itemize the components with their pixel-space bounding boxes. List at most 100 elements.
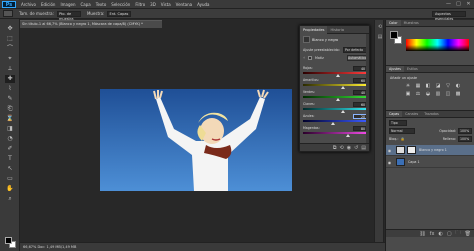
clip-to-layer-icon[interactable]: ⧉ xyxy=(333,145,337,151)
properties-scrollbar[interactable] xyxy=(366,34,369,144)
eyedropper-tool-icon[interactable]: ✚ xyxy=(5,75,15,83)
slider-track[interactable] xyxy=(303,132,367,134)
levels-icon[interactable]: ▦ xyxy=(414,83,422,90)
menu-seleccion[interactable]: Selección xyxy=(111,2,130,7)
eye-icon[interactable]: ◉ xyxy=(386,160,393,165)
close-button[interactable]: ✕ xyxy=(465,1,472,7)
menu-edicion[interactable]: Edición xyxy=(41,2,55,7)
workspace-select[interactable]: Aspectos esenciales xyxy=(432,11,466,21)
fill-input[interactable]: 100% xyxy=(458,136,472,142)
minimize-button[interactable]: — xyxy=(445,1,452,7)
tab-paths[interactable]: Trazados xyxy=(421,111,441,117)
sample-select[interactable]: Ent. Capas xyxy=(107,10,132,17)
layer-row-capa-1[interactable]: ◉ Capa 1 xyxy=(386,157,474,168)
menu-imagen[interactable]: Imagen xyxy=(60,2,75,7)
opacity-input[interactable]: 100% xyxy=(458,128,472,134)
reset-icon[interactable]: ↺ xyxy=(354,145,358,151)
tint-checkbox[interactable] xyxy=(308,56,313,60)
menu-filtro[interactable]: Filtro xyxy=(135,2,145,7)
gradient-tool-icon[interactable]: ◔ xyxy=(5,135,15,143)
slider-value[interactable]: 20 xyxy=(353,114,367,119)
black-white-icon[interactable]: ▣ xyxy=(404,91,412,98)
sample-size-select[interactable]: Pto. de muestra xyxy=(56,10,81,21)
lock-icon[interactable]: 🔒 xyxy=(400,137,404,141)
history-brush-tool-icon[interactable]: ⌛ xyxy=(5,115,15,123)
move-tool-icon[interactable]: ✥ xyxy=(5,25,15,33)
eye-icon[interactable]: ◉ xyxy=(386,148,393,153)
color-balance-icon[interactable]: ⚖ xyxy=(414,91,422,98)
channel-mixer-icon[interactable]: ▥ xyxy=(434,91,442,98)
slider-track[interactable] xyxy=(303,84,367,86)
tab-swatches[interactable]: Muestras xyxy=(401,20,422,26)
foreground-color-swatch[interactable] xyxy=(390,31,398,39)
menu-texto[interactable]: Texto xyxy=(96,2,107,7)
slider-knob[interactable] xyxy=(345,134,350,137)
layer-kind-select[interactable]: Tipo xyxy=(389,120,407,126)
slider-value[interactable]: 60 xyxy=(353,102,367,107)
brush-tool-icon[interactable]: ✎ xyxy=(5,95,15,103)
slider-value[interactable]: 80 xyxy=(353,126,367,131)
document-tab[interactable]: Sin título-1 al 66,7% (Blanco y negro 1,… xyxy=(20,20,162,28)
type-tool-icon[interactable]: T xyxy=(5,155,15,163)
color-swatches[interactable] xyxy=(5,237,17,249)
hue-saturation-icon[interactable]: ◐ xyxy=(454,83,462,90)
eraser-tool-icon[interactable]: ◨ xyxy=(5,125,15,133)
slider-value[interactable]: 40 xyxy=(353,66,367,71)
photo-filter-icon[interactable]: ◒ xyxy=(424,91,432,98)
layer-row-black-white[interactable]: ◉ Blanco y negro 1 xyxy=(386,145,474,156)
slider-knob[interactable] xyxy=(336,74,341,77)
layer-style-icon[interactable]: fx xyxy=(430,231,435,237)
new-adjustment-icon[interactable]: ◐ xyxy=(439,231,443,237)
tab-channels[interactable]: Canales xyxy=(402,111,421,117)
tab-color[interactable]: Color xyxy=(386,20,401,26)
vibrance-icon[interactable]: ▽ xyxy=(444,83,452,90)
menu-capa[interactable]: Capa xyxy=(81,2,91,7)
brightness-icon[interactable]: ☀ xyxy=(404,83,412,90)
maximize-button[interactable]: □ xyxy=(455,1,462,7)
marquee-tool-icon[interactable]: ⬚ xyxy=(5,35,15,43)
tab-history[interactable]: Historia xyxy=(327,26,347,34)
menu-archivo[interactable]: Archivo xyxy=(21,2,36,7)
slider-knob[interactable] xyxy=(340,86,345,89)
slider-value[interactable]: 60 xyxy=(353,78,367,83)
targeted-adjust-icon[interactable]: ☝ xyxy=(303,56,305,60)
properties-panel-icon[interactable]: ▤ xyxy=(377,34,383,40)
healing-tool-icon[interactable]: ⌇ xyxy=(5,85,15,93)
slider-track[interactable] xyxy=(303,108,367,110)
view-previous-icon[interactable]: ⟲ xyxy=(339,145,343,151)
history-panel-icon[interactable]: ⟲ xyxy=(377,24,383,30)
crop-tool-icon[interactable]: ⟂ xyxy=(5,65,15,73)
zoom-tool-icon[interactable]: ⌕ xyxy=(5,195,15,203)
menu-ventana[interactable]: Ventana xyxy=(176,2,192,7)
eyedropper-tool-preset[interactable] xyxy=(3,10,13,17)
preset-select[interactable]: Por defecto xyxy=(343,47,367,53)
hand-tool-icon[interactable]: ✋ xyxy=(5,185,15,193)
slider-value[interactable]: 40 xyxy=(353,90,367,95)
slider-knob[interactable] xyxy=(340,110,345,113)
link-layers-icon[interactable]: ⛓ xyxy=(419,231,425,237)
invert-icon[interactable]: ◫ xyxy=(444,91,452,98)
delete-adjustment-icon[interactable]: ▤ xyxy=(361,145,366,151)
pen-tool-icon[interactable]: ✐ xyxy=(5,145,15,153)
tab-styles[interactable]: Estilos xyxy=(404,66,421,72)
path-select-tool-icon[interactable]: ↖ xyxy=(5,165,15,173)
new-group-icon[interactable]: 🗀 xyxy=(456,230,461,238)
lasso-tool-icon[interactable]: ⌒ xyxy=(5,45,15,53)
color-spectrum[interactable] xyxy=(406,39,469,51)
quick-select-tool-icon[interactable]: ⌖ xyxy=(5,55,15,63)
slider-knob[interactable] xyxy=(331,122,336,125)
exposure-icon[interactable]: ◪ xyxy=(434,83,442,90)
menu-vista[interactable]: Vista xyxy=(161,2,171,7)
blend-mode-select[interactable]: Normal xyxy=(389,128,415,134)
slider-track[interactable] xyxy=(303,96,367,98)
menu-3d[interactable]: 3D xyxy=(150,2,156,7)
foreground-color-swatch[interactable] xyxy=(5,237,12,244)
clone-stamp-tool-icon[interactable]: ⎗ xyxy=(5,105,15,113)
tab-adjustments[interactable]: Ajustes xyxy=(386,66,405,72)
tab-layers[interactable]: Capas xyxy=(386,111,403,117)
shape-tool-icon[interactable]: ▭ xyxy=(5,175,15,183)
slider-knob[interactable] xyxy=(336,98,341,101)
visibility-icon[interactable]: ◉ xyxy=(347,145,351,151)
auto-button[interactable]: Automático xyxy=(347,55,367,61)
add-mask-icon[interactable]: ▢ xyxy=(447,231,452,237)
